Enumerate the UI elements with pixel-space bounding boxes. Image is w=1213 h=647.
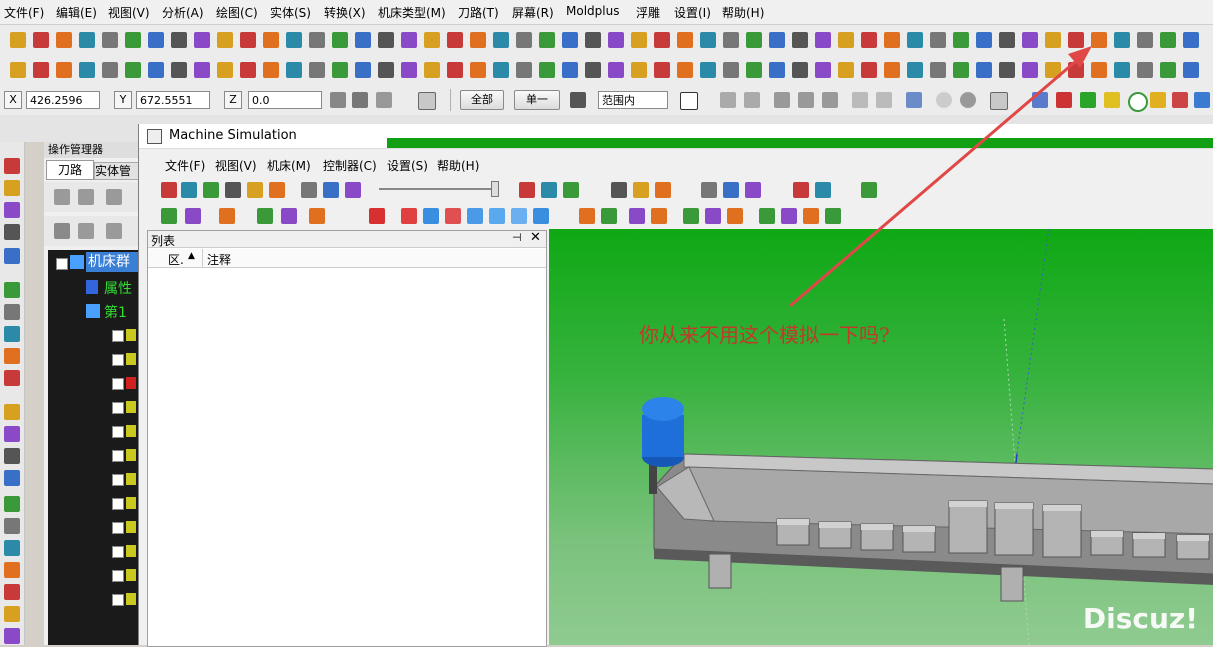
annotation-arrow-layer xyxy=(789,46,1092,308)
annotation-arrow-line xyxy=(789,54,1083,308)
